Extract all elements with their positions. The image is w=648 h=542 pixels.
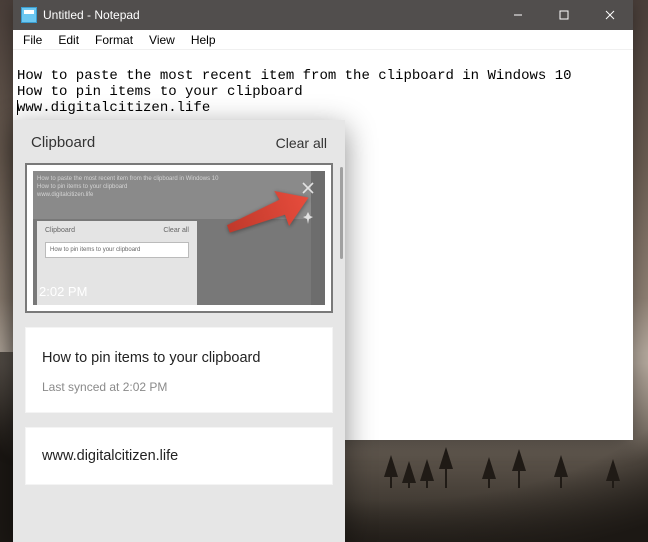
clipboard-panel: Clipboard Clear all How to paste the mos… xyxy=(13,120,345,542)
thumb-panel-item: How to pin items to your clipboard xyxy=(45,242,189,258)
menu-help[interactable]: Help xyxy=(187,33,220,47)
clipboard-item-text[interactable]: www.digitalcitizen.life xyxy=(25,427,333,485)
editor-line: www.digitalcitizen.life xyxy=(17,100,210,116)
menu-format[interactable]: Format xyxy=(91,33,137,47)
scrollbar-thumb[interactable] xyxy=(340,167,343,259)
notepad-icon xyxy=(21,7,37,23)
menu-edit[interactable]: Edit xyxy=(54,33,83,47)
clipboard-thumbnail: How to paste the most recent item from t… xyxy=(27,165,331,311)
minimize-button[interactable] xyxy=(495,0,541,30)
clipboard-item-sync: Last synced at 2:02 PM xyxy=(26,380,332,412)
delete-item-button[interactable] xyxy=(297,177,319,199)
window-title: Untitled - Notepad xyxy=(43,8,140,22)
clipboard-item-content: How to pin items to your clipboard xyxy=(26,328,332,380)
thumb-text: How to pin items to your clipboard xyxy=(37,183,321,191)
thumb-panel-clear: Clear all xyxy=(163,227,189,234)
text-caret xyxy=(17,100,18,115)
menu-view[interactable]: View xyxy=(145,33,179,47)
thumb-panel-title: Clipboard xyxy=(45,227,75,234)
clipboard-list: How to paste the most recent item from t… xyxy=(13,163,345,542)
clipboard-title: Clipboard xyxy=(31,134,95,151)
thumb-text: How to paste the most recent item from t… xyxy=(37,175,321,183)
close-icon xyxy=(301,181,315,195)
item-timestamp: 2:02 PM xyxy=(39,284,87,299)
clipboard-item-content: www.digitalcitizen.life xyxy=(26,428,332,484)
editor-line: How to pin items to your clipboard xyxy=(17,84,303,100)
pin-icon xyxy=(301,211,315,225)
pin-item-button[interactable] xyxy=(297,207,319,229)
maximize-button[interactable] xyxy=(541,0,587,30)
thumb-text: www.digitalcitizen.life xyxy=(37,191,321,199)
clear-all-button[interactable]: Clear all xyxy=(276,135,327,151)
clipboard-item-text[interactable]: How to pin items to your clipboard Last … xyxy=(25,327,333,413)
titlebar[interactable]: Untitled - Notepad xyxy=(13,0,633,30)
menu-file[interactable]: File xyxy=(19,33,46,47)
editor-line: How to paste the most recent item from t… xyxy=(17,68,572,84)
menubar: File Edit Format View Help xyxy=(13,30,633,50)
close-button[interactable] xyxy=(587,0,633,30)
clipboard-item-image[interactable]: How to paste the most recent item from t… xyxy=(25,163,333,313)
